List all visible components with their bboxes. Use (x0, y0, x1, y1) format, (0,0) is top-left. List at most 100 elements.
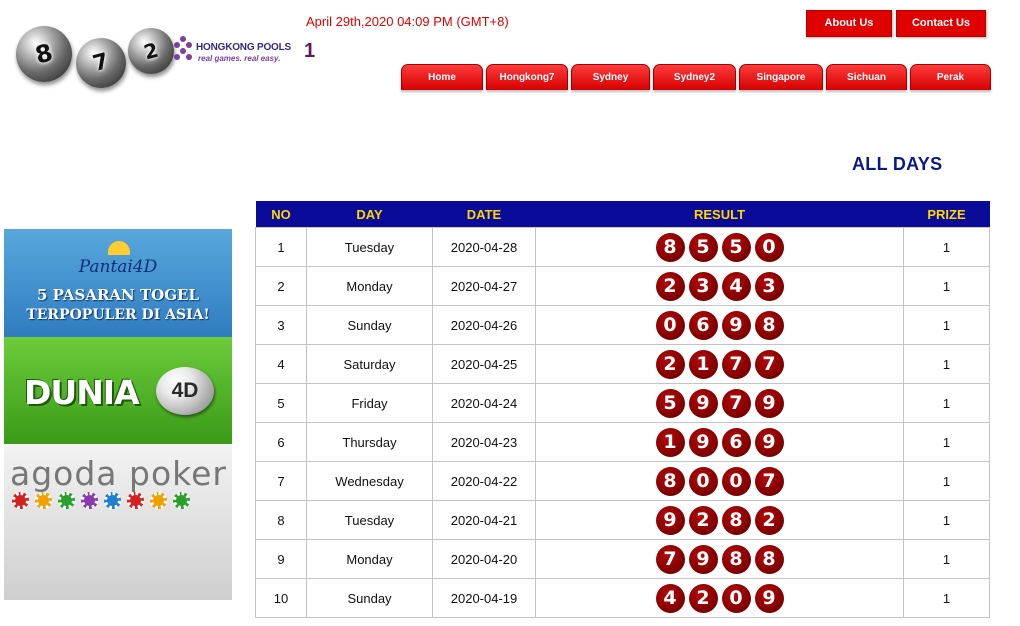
result-ball: 0 (754, 232, 784, 262)
cell-prize: 1 (903, 266, 990, 306)
result-ball: 5 (655, 388, 685, 418)
result-ball: 8 (721, 544, 751, 574)
cell-result: 2343 (535, 266, 904, 306)
result-ball: 1 (688, 349, 718, 379)
tab-sydney2[interactable]: Sydney2 (653, 64, 736, 90)
poker-chips-icon (12, 492, 190, 509)
dunia4d-banner[interactable]: DUNIA 4D (4, 337, 232, 444)
result-ball: 9 (721, 310, 751, 340)
result-ball: 5 (721, 232, 751, 262)
page-title: ALL DAYS (852, 154, 943, 174)
column-header-day: DAY (306, 201, 433, 228)
tab-sichuan[interactable]: Sichuan (826, 64, 907, 90)
cell-day: Wednesday (306, 461, 433, 501)
tab-hongkong7[interactable]: Hongkong7 (486, 64, 568, 90)
cell-prize: 1 (903, 461, 990, 501)
cell-prize: 1 (903, 227, 990, 267)
cell-day: Sunday (306, 578, 433, 618)
result-ball: 4 (721, 271, 751, 301)
result-ball: 8 (754, 310, 784, 340)
brand-name: HONGKONG POOLS (196, 42, 291, 53)
table-row: 4 Saturday 2020-04-25 2 1 7 7 1 (255, 344, 990, 384)
result-ball: 6 (721, 427, 751, 457)
result-ball: 9 (688, 388, 718, 418)
pantai4d-logo: Pantai4D (78, 257, 158, 277)
contact-us-link[interactable]: Contact Us (896, 10, 986, 37)
banner-text: TERPOPULER DI ASIA! (26, 307, 210, 323)
cell-date: 2020-04-22 (432, 461, 536, 501)
cell-day: Monday (306, 266, 433, 306)
table-row: 7 Wednesday 2020-04-22 8 0 0 7 1 (255, 461, 990, 501)
result-ball: 0 (721, 583, 751, 613)
result-ball: 5 (688, 232, 718, 262)
table-row: 1 Tuesday 2020-04-28 8 5 5 0 1 (255, 227, 990, 267)
ad-banners: Pantai4D 5 PASARAN TOGEL TERPOPULER DI A… (4, 229, 232, 600)
cell-date: 2020-04-28 (432, 227, 536, 267)
cell-day: Tuesday (306, 227, 433, 267)
column-header-no: NO (255, 201, 307, 228)
result-ball: 7 (754, 466, 784, 496)
brand-dots-icon (172, 36, 194, 62)
tab-singapore[interactable]: Singapore (739, 64, 823, 90)
cell-no: 6 (255, 422, 307, 462)
cell-prize: 1 (903, 539, 990, 579)
agoda-poker-logo: agoda poker (10, 454, 227, 493)
cell-result: 5979 (535, 383, 904, 423)
result-ball: 3 (754, 271, 784, 301)
result-ball: 2 (655, 271, 685, 301)
top-links: About Us Contact Us (806, 10, 986, 37)
result-ball: 9 (754, 427, 784, 457)
table-row: 2 Monday 2020-04-27 2 3 4 3 1 (255, 266, 990, 306)
dunia4d-logo: DUNIA (24, 373, 140, 412)
results-body: 1 Tuesday 2020-04-28 8 5 5 0 1 2 Monday 2020-04-27… (255, 227, 990, 618)
cell-result: 9282 (535, 500, 904, 540)
cell-no: 2 (255, 266, 307, 306)
result-ball: 8 (754, 544, 784, 574)
table-row: 9 Monday 2020-04-20 7 9 8 8 1 (255, 539, 990, 579)
logo-ball-number: 2 (141, 37, 161, 65)
cell-no: 10 (255, 578, 307, 618)
result-ball: 9 (688, 427, 718, 457)
result-ball: 7 (721, 349, 751, 379)
cell-result: 1969 (535, 422, 904, 462)
cell-result: 0698 (535, 305, 904, 345)
result-ball: 2 (688, 505, 718, 535)
result-ball: 0 (655, 310, 685, 340)
cell-prize: 1 (903, 500, 990, 540)
sun-icon (108, 241, 130, 255)
table-row: 5 Friday 2020-04-24 5 9 7 9 1 (255, 383, 990, 423)
result-ball: 9 (754, 388, 784, 418)
cell-day: Thursday (306, 422, 433, 462)
tab-perak[interactable]: Perak (910, 64, 991, 90)
column-header-prize: PRIZE (903, 201, 990, 228)
site-logo[interactable]: 8 7 2 (14, 22, 174, 88)
brand-tagline: real games. real easy. (198, 54, 281, 63)
cell-no: 9 (255, 539, 307, 579)
cell-prize: 1 (903, 383, 990, 423)
result-ball: 8 (655, 232, 685, 262)
tab-home[interactable]: Home (401, 64, 483, 90)
cell-result: 2177 (535, 344, 904, 384)
cell-day: Friday (306, 383, 433, 423)
result-ball: 3 (688, 271, 718, 301)
cell-prize: 1 (903, 578, 990, 618)
cell-day: Saturday (306, 344, 433, 384)
logo-ball: 7 (76, 38, 126, 88)
agoda-poker-banner[interactable]: agoda poker (4, 444, 232, 600)
current-datetime: April 29th,2020 04:09 PM (GMT+8) (306, 14, 509, 29)
about-us-link[interactable]: About Us (806, 10, 892, 37)
cell-date: 2020-04-21 (432, 500, 536, 540)
cell-day: Monday (306, 539, 433, 579)
cell-date: 2020-04-24 (432, 383, 536, 423)
result-ball: 4 (655, 583, 685, 613)
column-header-result: RESULT (535, 201, 904, 228)
result-ball: 0 (688, 466, 718, 496)
pantai4d-banner[interactable]: Pantai4D 5 PASARAN TOGEL TERPOPULER DI A… (4, 229, 232, 337)
tab-sydney[interactable]: Sydney (571, 64, 650, 90)
cell-date: 2020-04-25 (432, 344, 536, 384)
cell-no: 8 (255, 500, 307, 540)
cell-date: 2020-04-27 (432, 266, 536, 306)
cell-day: Tuesday (306, 500, 433, 540)
result-ball: 7 (721, 388, 751, 418)
result-ball: 2 (655, 349, 685, 379)
